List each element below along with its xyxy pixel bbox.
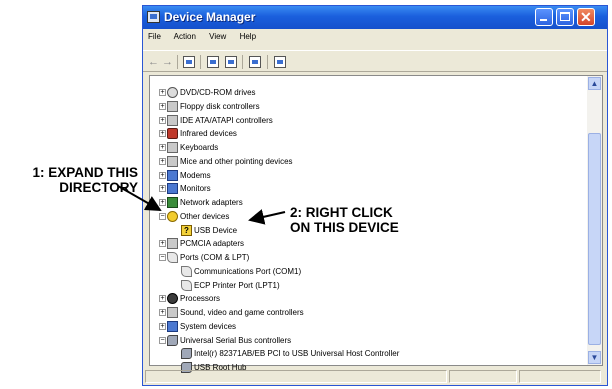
properties-icon[interactable] xyxy=(207,56,219,68)
toolbar-separator xyxy=(177,55,178,69)
close-icon: ✕ xyxy=(580,9,592,25)
toolbar: ← → xyxy=(143,50,607,72)
expand-icon[interactable]: + xyxy=(159,89,166,96)
close-button[interactable]: ✕ xyxy=(577,8,595,26)
expand-icon[interactable]: + xyxy=(159,130,166,138)
annotation-expand-directory: 1: EXPAND THIS DIRECTORY xyxy=(32,165,138,195)
mouse-icon xyxy=(167,155,178,167)
minimize-button[interactable] xyxy=(535,8,553,26)
scroll-up-icon[interactable]: ▲ xyxy=(588,77,601,90)
status-pane xyxy=(519,370,601,383)
expand-icon[interactable]: + xyxy=(159,144,166,151)
tree-item-label: Universal Serial Bus controllers xyxy=(180,335,292,345)
maximize-button[interactable] xyxy=(556,8,574,26)
annotation-step2-line1: 2: RIGHT CLICK xyxy=(290,205,393,220)
tree-item-label: PCMCIA adapters xyxy=(180,239,245,249)
scan-hardware-icon[interactable] xyxy=(274,56,286,68)
expand-icon[interactable]: + xyxy=(159,185,166,193)
expand-icon[interactable]: + xyxy=(159,309,166,316)
tree-item-label: System devices xyxy=(180,321,237,331)
annotation-step2-line2: ON THIS DEVICE xyxy=(290,220,399,235)
monitor-icon xyxy=(167,183,178,195)
window-title: Device Manager xyxy=(164,10,256,24)
device-manager-icon xyxy=(147,11,160,23)
tree-item-label: USB Device xyxy=(194,225,238,235)
warning-device-icon: ? xyxy=(181,224,192,236)
annotation-right-click-device: 2: RIGHT CLICK ON THIS DEVICE xyxy=(290,205,399,235)
keyboard-icon xyxy=(167,142,178,153)
expand-icon[interactable]: + xyxy=(159,322,166,330)
expand-icon[interactable]: + xyxy=(159,295,166,303)
expand-icon[interactable]: + xyxy=(159,157,166,165)
collapse-icon[interactable]: − xyxy=(159,336,166,344)
tree-item-label: IDE ATA/ATAPI controllers xyxy=(180,115,273,125)
tree-item-label: Floppy disk controllers xyxy=(180,101,260,111)
expand-icon[interactable]: + xyxy=(159,171,166,179)
forward-arrow-icon[interactable]: → xyxy=(162,56,174,68)
device-manager-window: Device Manager ✕ File Action View Help ←… xyxy=(142,5,608,386)
maximize-icon xyxy=(560,12,570,21)
menu-action[interactable]: Action xyxy=(174,32,196,41)
toolbar-separator xyxy=(242,55,243,69)
port-icon xyxy=(167,252,178,263)
usb-icon xyxy=(181,348,192,360)
usb-icon xyxy=(167,334,178,346)
tree-item-label: Network adapters xyxy=(180,198,243,207)
ide-controller-icon xyxy=(167,114,178,126)
pcmcia-icon xyxy=(167,238,178,250)
tree-item-label: Infrared devices xyxy=(180,129,237,139)
tree-item-label: Keyboards xyxy=(180,143,219,152)
back-arrow-icon[interactable]: ← xyxy=(148,56,160,68)
infrared-icon xyxy=(167,128,178,140)
menu-view[interactable]: View xyxy=(209,32,226,41)
show-hide-console-tree-icon[interactable] xyxy=(183,56,195,68)
scroll-down-icon[interactable]: ▼ xyxy=(588,351,601,364)
minimize-icon xyxy=(540,19,547,21)
print-icon[interactable] xyxy=(225,56,237,68)
tree-item-label: Modems xyxy=(180,170,211,180)
network-adapter-icon xyxy=(167,197,178,208)
menu-bar: File Action View Help xyxy=(148,32,267,46)
tree-item-label: Communications Port (COM1) xyxy=(194,266,302,276)
sound-icon xyxy=(167,307,178,318)
tree-item-label: Sound, video and game controllers xyxy=(180,308,304,317)
status-pane xyxy=(449,370,517,383)
help-icon[interactable] xyxy=(249,56,261,68)
expand-icon[interactable]: + xyxy=(159,116,166,124)
tree-item-label: Ports (COM & LPT) xyxy=(180,253,250,262)
menu-file[interactable]: File xyxy=(148,32,161,41)
toolbar-separator xyxy=(267,55,268,69)
port-icon xyxy=(181,279,192,291)
title-bar[interactable]: Device Manager ✕ xyxy=(143,6,607,29)
tree-item-label: ECP Printer Port (LPT1) xyxy=(194,280,280,290)
other-devices-icon xyxy=(167,210,178,222)
floppy-controller-icon xyxy=(167,100,178,112)
port-icon xyxy=(181,265,192,277)
scroll-thumb[interactable] xyxy=(588,133,601,345)
expand-icon[interactable]: + xyxy=(159,102,166,110)
expand-icon[interactable]: + xyxy=(159,199,166,206)
modem-icon xyxy=(167,169,178,181)
system-devices-icon xyxy=(167,320,178,332)
collapse-icon[interactable]: − xyxy=(159,212,166,220)
vertical-scrollbar[interactable]: ▲ ▼ xyxy=(587,76,602,365)
tree-item-label: DVD/CD-ROM drives xyxy=(180,88,256,97)
tree-item-label: Mice and other pointing devices xyxy=(180,156,293,166)
status-bar xyxy=(145,370,603,384)
annotation-step1-line1: 1: EXPAND THIS xyxy=(32,165,138,180)
annotation-step1-line2: DIRECTORY xyxy=(59,180,138,195)
expand-icon[interactable]: + xyxy=(159,240,166,248)
disk-drive-icon xyxy=(167,87,178,98)
menu-help[interactable]: Help xyxy=(240,32,256,41)
tree-item-label: Intel(r) 82371AB/EB PCI to USB Universal… xyxy=(194,349,400,359)
collapse-icon[interactable]: − xyxy=(159,254,166,261)
toolbar-separator xyxy=(200,55,201,69)
status-pane xyxy=(145,370,447,383)
tree-item-label: Processors xyxy=(180,294,221,304)
processor-icon xyxy=(167,293,178,305)
tree-item-label: Other devices xyxy=(180,211,230,221)
tree-item-label: Monitors xyxy=(180,184,211,194)
